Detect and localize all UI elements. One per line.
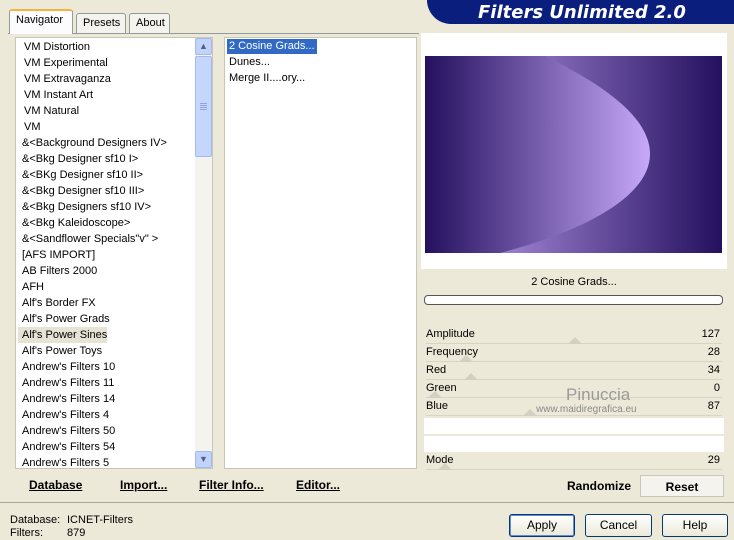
category-item[interactable]: Alf's Border FX bbox=[18, 295, 96, 311]
status-database-value: ICNET-Filters bbox=[67, 514, 133, 526]
slider-handle[interactable] bbox=[464, 373, 479, 380]
slider-handle[interactable] bbox=[458, 355, 473, 362]
slider-handle[interactable] bbox=[568, 337, 582, 344]
filter-item[interactable]: 2 Cosine Grads... bbox=[227, 39, 317, 54]
tab-navigator[interactable]: Navigator bbox=[9, 9, 73, 34]
category-item[interactable]: AB Filters 2000 bbox=[18, 263, 97, 279]
category-item[interactable]: VM bbox=[20, 119, 41, 135]
preview-image bbox=[425, 56, 722, 253]
category-scrollbar[interactable]: ▲ ▼ bbox=[195, 38, 212, 468]
category-item[interactable]: AFH bbox=[18, 279, 44, 295]
scroll-down-button[interactable]: ▼ bbox=[195, 451, 212, 468]
category-item[interactable]: Andrew's Filters 4 bbox=[18, 407, 109, 423]
category-item[interactable]: Alf's Power Grads bbox=[18, 311, 110, 327]
randomize-button-label: Randomize bbox=[566, 479, 631, 493]
filter-info-button[interactable]: Filter Info... bbox=[199, 478, 264, 492]
category-item[interactable]: &<BKg Designer sf10 II> bbox=[18, 167, 143, 183]
category-list[interactable]: VM Distortion VM Experimental VM Extravaga… bbox=[15, 37, 213, 469]
param-amplitude[interactable]: Amplitude 127 bbox=[426, 326, 722, 344]
category-item[interactable]: Andrew's Filters 14 bbox=[18, 391, 115, 407]
category-item[interactable]: &<Bkg Designers sf10 IV> bbox=[18, 199, 151, 215]
param-slot-empty bbox=[424, 418, 724, 434]
param-red[interactable]: Red 34 bbox=[426, 362, 722, 380]
filter-item[interactable]: Merge II....ory... bbox=[227, 71, 307, 86]
scroll-up-button[interactable]: ▲ bbox=[195, 38, 212, 55]
category-item[interactable]: Andrew's Filters 10 bbox=[18, 359, 115, 375]
cancel-button-label: Cancel bbox=[599, 518, 638, 532]
category-item[interactable]: Andrew's Filters 11 bbox=[18, 375, 114, 391]
category-item[interactable]: Alf's Power Toys bbox=[18, 343, 102, 359]
chevron-down-icon: ▼ bbox=[199, 454, 208, 464]
status-database-label: Database: bbox=[10, 514, 61, 526]
filter-item[interactable]: Dunes... bbox=[227, 55, 272, 70]
app-title: Filters Unlimited 2.0 bbox=[478, 2, 686, 23]
help-button-label: Help bbox=[682, 518, 708, 532]
category-item[interactable]: Andrew's Filters 50 bbox=[18, 423, 115, 439]
grip-line bbox=[200, 103, 207, 104]
category-item[interactable]: &<Background Designers IV> bbox=[18, 135, 167, 151]
category-item[interactable]: [AFS IMPORT] bbox=[18, 247, 95, 263]
category-item[interactable]: VM Extravaganza bbox=[20, 71, 111, 87]
param-label: Blue bbox=[426, 400, 449, 412]
watermark-url: www.maidiregrafica.eu bbox=[536, 404, 637, 415]
help-button[interactable]: Help bbox=[662, 514, 728, 537]
param-frequency[interactable]: Frequency 28 bbox=[426, 344, 722, 362]
divider bbox=[0, 502, 734, 503]
database-button[interactable]: Database bbox=[29, 478, 82, 492]
status-filters-label: Filters: bbox=[10, 527, 43, 539]
editor-button[interactable]: Editor... bbox=[296, 478, 340, 492]
category-item[interactable]: &<Bkg Designer sf10 III> bbox=[18, 183, 144, 199]
category-item[interactable]: VM Instant Art bbox=[20, 87, 93, 103]
grip-line bbox=[200, 105, 207, 106]
grip-line bbox=[200, 107, 207, 108]
randomize-button[interactable]: Randomize bbox=[560, 475, 638, 497]
filter-info-button-label: Filter Info... bbox=[199, 478, 264, 492]
category-item[interactable]: &<Bkg Kaleidoscope> bbox=[18, 215, 130, 231]
cancel-button[interactable]: Cancel bbox=[585, 514, 652, 537]
import-button-label: Import... bbox=[120, 478, 168, 492]
param-mode-value: 29 bbox=[707, 454, 720, 466]
status-filters-value: 879 bbox=[67, 527, 86, 539]
database-button-label: Database bbox=[29, 478, 83, 492]
progress-bar bbox=[424, 295, 723, 305]
import-button[interactable]: Import... bbox=[120, 478, 167, 492]
slider-handle[interactable] bbox=[428, 391, 442, 398]
category-item[interactable]: &<Bkg Designer sf10 I> bbox=[18, 151, 138, 167]
category-item[interactable]: VM Natural bbox=[20, 103, 79, 119]
apply-button[interactable]: Apply bbox=[509, 514, 575, 537]
filter-list[interactable]: 2 Cosine Grads... Dunes... Merge II....ory… bbox=[224, 37, 417, 469]
reset-button[interactable]: Reset bbox=[640, 475, 724, 497]
editor-button-label: Editor... bbox=[296, 478, 341, 492]
param-mode[interactable]: Mode 29 bbox=[426, 452, 722, 470]
watermark-name: Pinuccia bbox=[566, 385, 631, 404]
param-label: Amplitude bbox=[426, 328, 475, 340]
tab-presets-label: Presets bbox=[83, 17, 121, 29]
param-label: Red bbox=[426, 364, 447, 376]
param-value: 28 bbox=[707, 346, 720, 358]
category-item[interactable]: &<Sandflower Specials"v" > bbox=[18, 231, 158, 247]
tab-navigator-label: Navigator bbox=[16, 14, 64, 26]
category-item[interactable]: Andrew's Filters 54 bbox=[18, 439, 115, 455]
param-value: 87 bbox=[707, 400, 720, 412]
param-value: 0 bbox=[713, 382, 720, 394]
reset-button-label: Reset bbox=[665, 480, 699, 494]
preview-filter-name: 2 Cosine Grads... bbox=[531, 276, 617, 288]
param-value: 34 bbox=[707, 364, 720, 376]
tab-presets[interactable]: Presets bbox=[76, 13, 126, 33]
tab-about[interactable]: About bbox=[129, 13, 170, 33]
apply-button-label: Apply bbox=[526, 518, 558, 532]
grip-line bbox=[200, 109, 207, 110]
slider-handle[interactable] bbox=[438, 463, 452, 470]
param-slot-empty bbox=[424, 436, 724, 452]
tab-about-label: About bbox=[136, 17, 165, 29]
category-item[interactable]: VM Distortion bbox=[20, 39, 90, 55]
category-item[interactable]: Alf's Power Sines bbox=[18, 327, 108, 343]
chevron-up-icon: ▲ bbox=[199, 41, 208, 51]
param-value: 127 bbox=[701, 328, 720, 340]
scroll-thumb[interactable] bbox=[195, 56, 212, 157]
category-item[interactable]: Andrew's Filters 5 bbox=[18, 455, 109, 471]
category-item[interactable]: VM Experimental bbox=[20, 55, 108, 71]
